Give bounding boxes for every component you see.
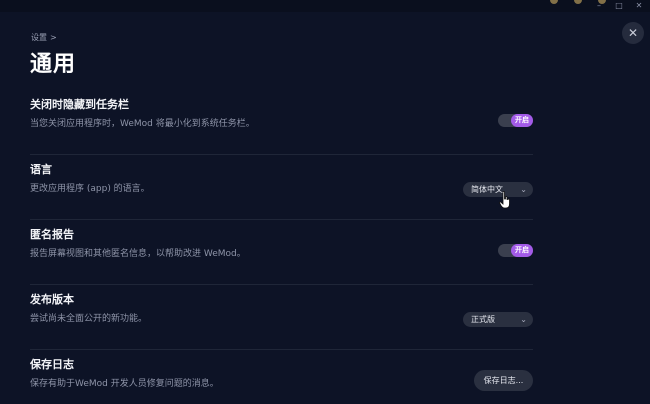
window-controls: – □ ✕ bbox=[594, 1, 644, 11]
setting-description: 当您关闭应用程序时，WeMod 将最小化到系统任务栏。 bbox=[30, 119, 255, 129]
minimize-button[interactable]: – bbox=[594, 1, 604, 11]
settings-list: 关闭时隐藏到任务栏 当您关闭应用程序时，WeMod 将最小化到系统任务栏。 开启… bbox=[30, 90, 533, 404]
setting-description: 更改应用程序 (app) 的语言。 bbox=[30, 184, 150, 194]
setting-description: 报告屏幕视图和其他匿名信息，以帮助改进 WeMod。 bbox=[30, 249, 246, 259]
anonymous-reporting-toggle[interactable]: 开启 bbox=[498, 244, 533, 257]
select-value: 正式版 bbox=[471, 315, 495, 324]
settings-window: – □ ✕ ✕ 设置 > 通用 关闭时隐藏到任务栏 当您关闭应用程序时，WeMod… bbox=[0, 0, 650, 404]
breadcrumb[interactable]: 设置 > bbox=[31, 32, 57, 43]
title-bar: – □ ✕ bbox=[0, 0, 650, 12]
setting-title: 保存日志 bbox=[30, 358, 74, 371]
decoration-dot bbox=[574, 0, 582, 4]
setting-title: 发布版本 bbox=[30, 293, 74, 306]
setting-title: 关闭时隐藏到任务栏 bbox=[30, 98, 129, 111]
language-select[interactable]: 简体中文 ⌄ bbox=[463, 182, 533, 197]
setting-save-logs: 保存日志 保存有助于WeMod 开发人员修复问题的消息。 保存日志... bbox=[30, 350, 533, 404]
setting-description: 保存有助于WeMod 开发人员修复问题的消息。 bbox=[30, 379, 219, 389]
maximize-button[interactable]: □ bbox=[614, 1, 624, 11]
close-to-tray-toggle[interactable]: 开启 bbox=[498, 114, 533, 127]
setting-description: 尝试尚未全面公开的新功能。 bbox=[30, 314, 148, 324]
toggle-state-label: 开启 bbox=[511, 244, 533, 257]
setting-release-channel: 发布版本 尝试尚未全面公开的新功能。 正式版 ⌄ bbox=[30, 285, 533, 350]
page-title: 通用 bbox=[30, 52, 77, 77]
chevron-right-icon: > bbox=[50, 33, 57, 42]
close-settings-button[interactable]: ✕ bbox=[622, 22, 644, 44]
setting-anonymous-reporting: 匿名报告 报告屏幕视图和其他匿名信息，以帮助改进 WeMod。 开启 bbox=[30, 220, 533, 285]
chevron-down-icon: ⌄ bbox=[520, 315, 527, 324]
setting-title: 语言 bbox=[30, 163, 52, 176]
breadcrumb-settings-link[interactable]: 设置 bbox=[31, 33, 47, 42]
window-close-button[interactable]: ✕ bbox=[634, 1, 644, 11]
toggle-state-label: 开启 bbox=[511, 114, 533, 127]
close-icon: ✕ bbox=[627, 26, 639, 40]
chevron-down-icon: ⌄ bbox=[520, 185, 527, 194]
setting-title: 匿名报告 bbox=[30, 228, 74, 241]
setting-language: 语言 更改应用程序 (app) 的语言。 简体中文 ⌄ bbox=[30, 155, 533, 220]
save-logs-button[interactable]: 保存日志... bbox=[474, 370, 533, 391]
release-channel-select[interactable]: 正式版 ⌄ bbox=[463, 312, 533, 327]
hand-pointer-icon bbox=[499, 191, 510, 209]
setting-close-to-tray: 关闭时隐藏到任务栏 当您关闭应用程序时，WeMod 将最小化到系统任务栏。 开启 bbox=[30, 90, 533, 155]
decoration-dot bbox=[550, 0, 558, 4]
